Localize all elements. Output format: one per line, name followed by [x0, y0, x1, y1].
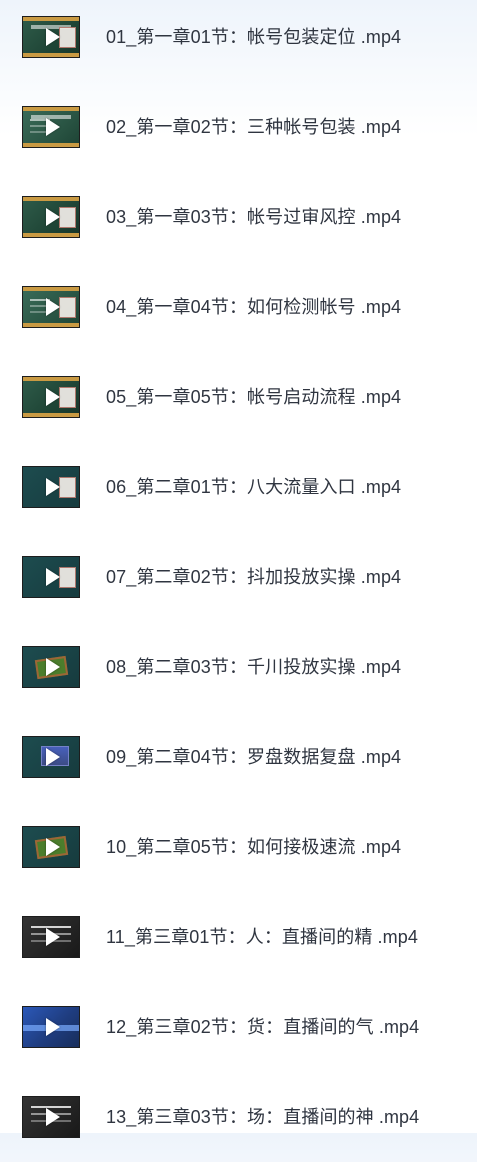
list-item[interactable]: 11_第三章01节：人：直播间的精 .mp4 [0, 892, 477, 982]
thumbnail-card [59, 297, 76, 318]
list-item[interactable]: 13_第三章03节：场：直播间的神 .mp4 [0, 1072, 477, 1162]
file-name: 08_第二章03节：千川投放实操 .mp4 [106, 657, 402, 677]
list-item[interactable]: 09_第二章04节：罗盘数据复盘 .mp4 [0, 712, 477, 802]
video-thumbnail [22, 646, 80, 688]
file-name: 12_第三章02节：货：直播间的气 .mp4 [106, 1017, 420, 1037]
play-icon [46, 478, 60, 496]
video-thumbnail [22, 466, 80, 508]
video-thumbnail [22, 736, 80, 778]
play-icon [46, 1018, 60, 1036]
play-icon [46, 1108, 60, 1126]
file-name: 02_第一章02节：三种帐号包装 .mp4 [106, 117, 402, 137]
list-item[interactable]: 07_第二章02节：抖加投放实操 .mp4 [0, 532, 477, 622]
file-name: 06_第二章01节：八大流量入口 .mp4 [106, 477, 402, 497]
play-icon [46, 838, 60, 856]
file-name: 09_第二章04节：罗盘数据复盘 .mp4 [106, 747, 402, 767]
video-file-list: 01_第一章01节：帐号包装定位 .mp4 02_第一章02节：三种帐号包装 .… [0, 0, 477, 1138]
thumbnail-card [59, 387, 76, 408]
list-item[interactable]: 12_第三章02节：货：直播间的气 .mp4 [0, 982, 477, 1072]
play-icon [46, 118, 60, 136]
list-item[interactable]: 01_第一章01节：帐号包装定位 .mp4 [0, 0, 477, 82]
file-name: 04_第一章04节：如何检测帐号 .mp4 [106, 297, 402, 317]
list-item[interactable]: 02_第一章02节：三种帐号包装 .mp4 [0, 82, 477, 172]
file-name: 10_第二章05节：如何接极速流 .mp4 [106, 837, 402, 857]
video-thumbnail [22, 286, 80, 328]
play-icon [46, 298, 60, 316]
list-item[interactable]: 05_第一章05节：帐号启动流程 .mp4 [0, 352, 477, 442]
list-item[interactable]: 10_第二章05节：如何接极速流 .mp4 [0, 802, 477, 892]
play-icon [46, 568, 60, 586]
thumbnail-card [59, 477, 76, 498]
list-item[interactable]: 06_第二章01节：八大流量入口 .mp4 [0, 442, 477, 532]
video-thumbnail [22, 556, 80, 598]
video-thumbnail [22, 16, 80, 58]
video-thumbnail [22, 106, 80, 148]
video-thumbnail [22, 1006, 80, 1048]
video-thumbnail [22, 1096, 80, 1138]
list-item[interactable]: 08_第二章03节：千川投放实操 .mp4 [0, 622, 477, 712]
play-icon [46, 28, 60, 46]
play-icon [46, 658, 60, 676]
list-item[interactable]: 04_第一章04节：如何检测帐号 .mp4 [0, 262, 477, 352]
list-item[interactable]: 03_第一章03节：帐号过审风控 .mp4 [0, 172, 477, 262]
play-icon [46, 748, 60, 766]
file-name: 03_第一章03节：帐号过审风控 .mp4 [106, 207, 402, 227]
file-name: 07_第二章02节：抖加投放实操 .mp4 [106, 567, 402, 587]
video-thumbnail [22, 196, 80, 238]
thumbnail-card [59, 567, 76, 588]
video-thumbnail [22, 376, 80, 418]
video-thumbnail [22, 916, 80, 958]
thumbnail-card [59, 207, 76, 228]
file-name: 11_第三章01节：人：直播间的精 .mp4 [106, 927, 418, 947]
file-name: 13_第三章03节：场：直播间的神 .mp4 [106, 1107, 420, 1127]
file-name: 05_第一章05节：帐号启动流程 .mp4 [106, 387, 402, 407]
play-icon [46, 388, 60, 406]
video-thumbnail [22, 826, 80, 868]
play-icon [46, 208, 60, 226]
file-name: 01_第一章01节：帐号包装定位 .mp4 [106, 27, 402, 47]
thumbnail-card [59, 27, 76, 48]
play-icon [46, 928, 60, 946]
